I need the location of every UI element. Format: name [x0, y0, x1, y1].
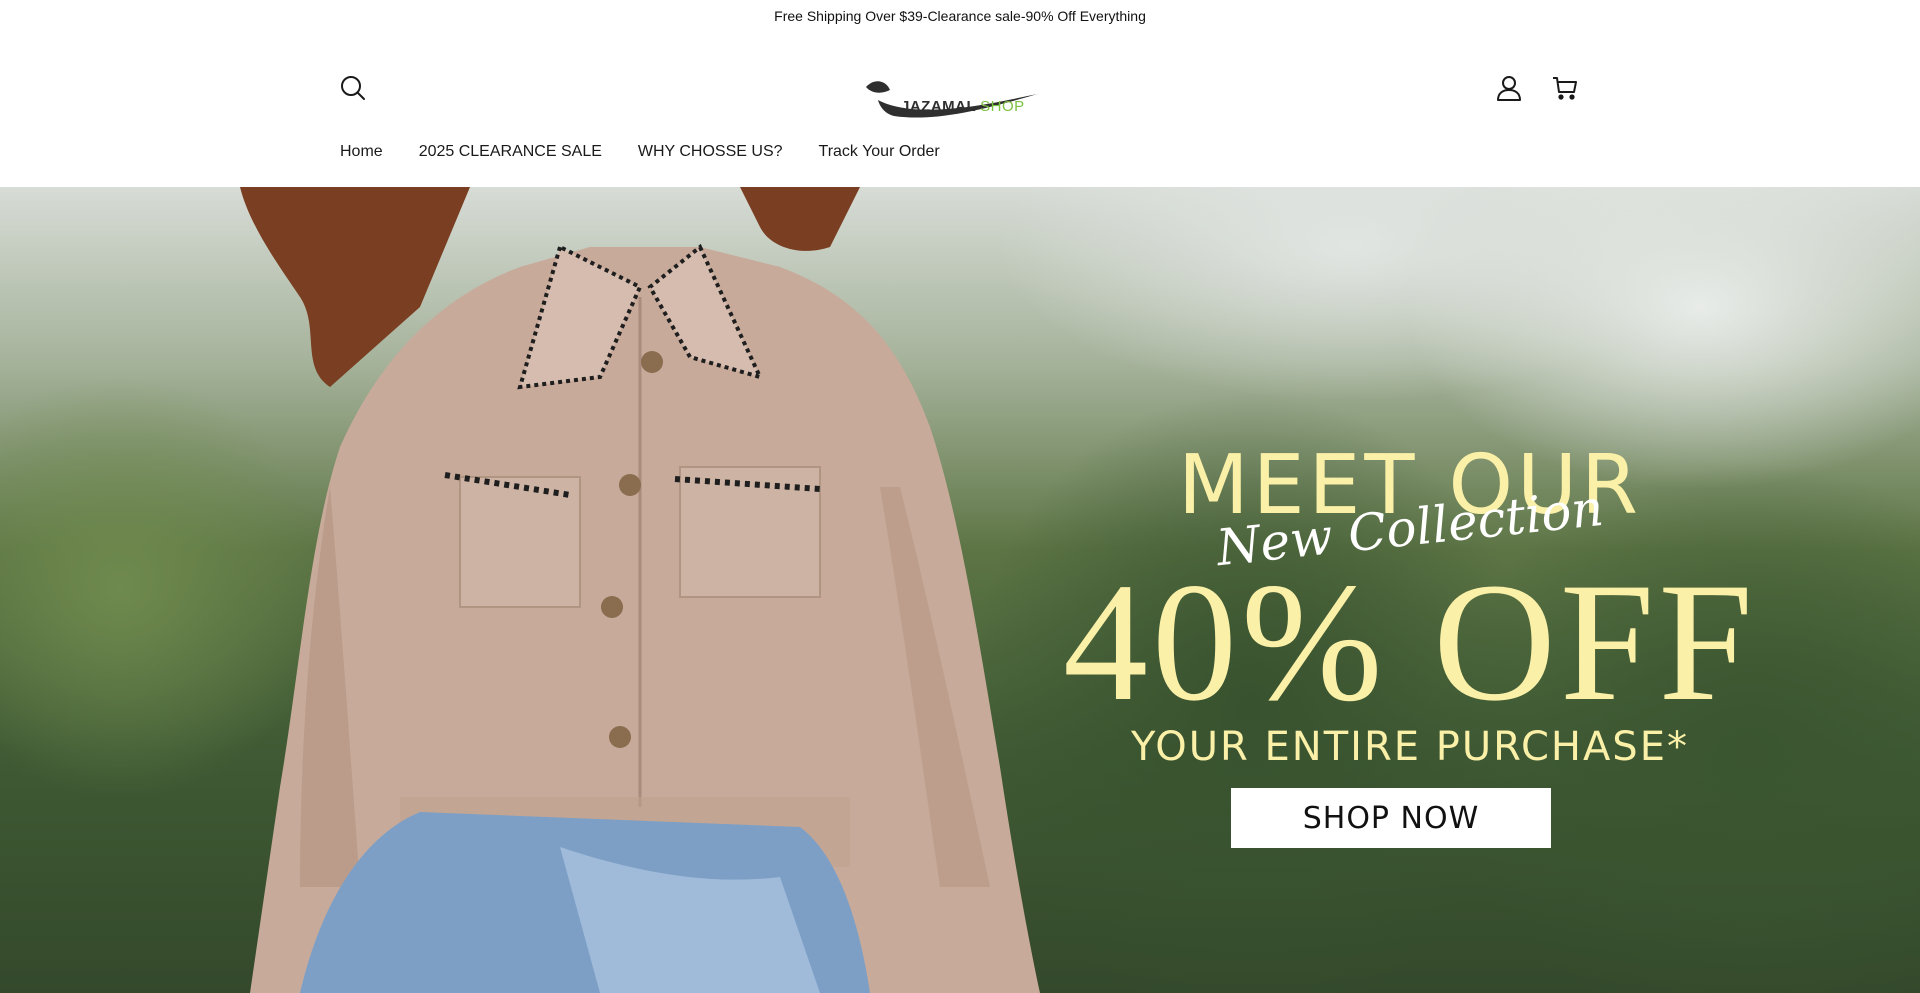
logo-suffix: SHOP	[980, 98, 1025, 115]
nav-clearance-sale[interactable]: 2025 CLEARANCE SALE	[419, 143, 602, 161]
promo-block: MEET OUR New Collection 40% OFF YOUR ENT…	[1040, 187, 1780, 993]
search-icon	[341, 76, 365, 100]
user-icon	[1497, 76, 1521, 101]
promo-subline: YOUR ENTIRE PURCHASE*	[1131, 724, 1689, 770]
nav-home[interactable]: Home	[340, 143, 383, 161]
cart-button[interactable]	[1547, 70, 1583, 106]
announcement-bar: Free Shipping Over $39-Clearance sale-90…	[0, 0, 1920, 32]
nav-why-choose-us[interactable]: WHY CHOSSE US?	[638, 143, 783, 161]
main-nav: Home 2025 CLEARANCE SALE WHY CHOSSE US? …	[340, 140, 940, 164]
shop-now-button[interactable]: SHOP NOW	[1231, 788, 1551, 848]
site-header: JAZAMAL SHOP Home 2025 CLEARANCE SALE WHY…	[0, 32, 1920, 160]
nav-track-order[interactable]: Track Your Order	[819, 143, 940, 161]
search-button[interactable]	[335, 70, 371, 106]
account-button[interactable]	[1491, 70, 1527, 106]
cart-icon	[1553, 77, 1577, 100]
announcement-text: Free Shipping Over $39-Clearance sale-90…	[774, 8, 1146, 24]
promo-discount: 40% OFF	[1063, 548, 1757, 736]
logo-brand: JAZAMAL	[901, 98, 977, 115]
logo-wordmark: JAZAMAL SHOP	[901, 99, 1025, 114]
hero-banner: MEET OUR New Collection 40% OFF YOUR ENT…	[0, 187, 1920, 993]
site-logo[interactable]: JAZAMAL SHOP	[864, 64, 1048, 120]
